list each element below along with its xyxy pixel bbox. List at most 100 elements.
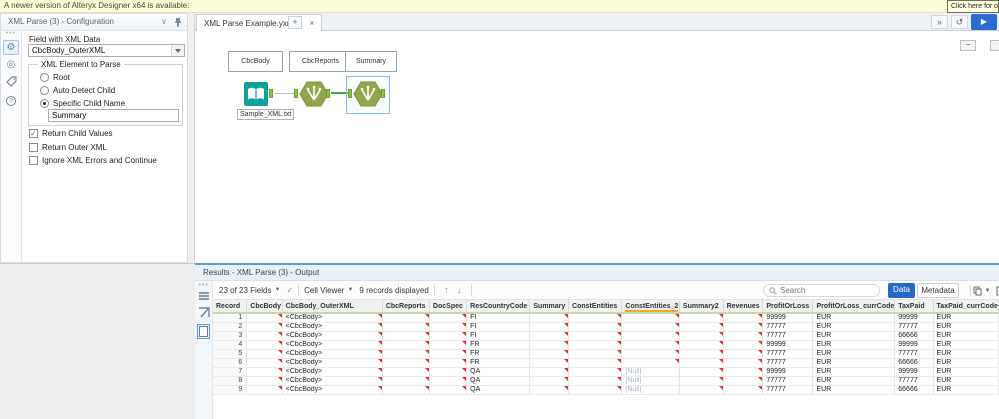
return-child-values-checkbox[interactable]: ✓ Return Child Values bbox=[29, 129, 113, 138]
table-cell[interactable] bbox=[568, 385, 623, 395]
table-cell[interactable]: <CbcBody> bbox=[282, 358, 383, 368]
xml-parse-tool-2-icon[interactable] bbox=[353, 81, 383, 107]
arrow-up-icon[interactable]: ↑ bbox=[444, 285, 449, 296]
table-cell[interactable]: EUR bbox=[812, 340, 896, 350]
table-cell[interactable] bbox=[246, 367, 283, 377]
table-cell[interactable]: FR bbox=[466, 340, 531, 350]
xml-parse-tool-1-icon[interactable] bbox=[299, 81, 329, 107]
table-cell[interactable] bbox=[723, 340, 764, 350]
results-search[interactable] bbox=[763, 284, 880, 297]
radio-root[interactable]: Root bbox=[40, 73, 70, 82]
table-cell[interactable] bbox=[382, 367, 430, 377]
input-anchor-icon[interactable] bbox=[294, 89, 298, 98]
workflow-tab[interactable]: XML Parse Example.yxmd × bbox=[196, 14, 323, 31]
table-cell[interactable]: 66666 bbox=[894, 331, 934, 341]
input-tool-caption[interactable]: Sample_XML.txt bbox=[237, 109, 295, 120]
table-row[interactable]: 1 <CbcBody> FI 99999 EUR 99999 EUR bbox=[213, 313, 999, 323]
close-icon[interactable]: × bbox=[309, 18, 314, 28]
table-cell[interactable] bbox=[723, 313, 764, 323]
column-header-record[interactable]: Record bbox=[213, 300, 248, 314]
table-cell[interactable] bbox=[723, 376, 764, 386]
table-cell[interactable] bbox=[621, 313, 680, 323]
table-cell[interactable]: FR bbox=[466, 358, 531, 368]
results-table[interactable]: Record CbcBody CbcBody_OuterXML CbcReports D… bbox=[213, 300, 999, 395]
save-icon[interactable]: ▼ bbox=[994, 284, 999, 297]
table-view-icon[interactable] bbox=[195, 292, 212, 300]
table-cell[interactable]: 77777 bbox=[762, 331, 814, 341]
table-cell[interactable] bbox=[679, 358, 724, 368]
table-cell[interactable] bbox=[568, 367, 623, 377]
table-cell[interactable] bbox=[679, 340, 724, 350]
record-number-cell[interactable]: 6 bbox=[213, 358, 248, 368]
table-cell[interactable] bbox=[429, 358, 468, 368]
record-number-cell[interactable]: 4 bbox=[213, 340, 248, 350]
table-cell[interactable]: 66666 bbox=[894, 385, 934, 395]
table-cell[interactable] bbox=[529, 367, 570, 377]
table-cell[interactable] bbox=[246, 358, 283, 368]
navigation-tab-icon[interactable]: ◎ bbox=[3, 58, 19, 73]
table-cell[interactable]: FI bbox=[466, 313, 531, 323]
annotation-tab-icon[interactable] bbox=[3, 76, 19, 91]
column-header-taxpaid_currcode[interactable]: TaxPaid_currCode bbox=[933, 300, 999, 314]
table-cell[interactable] bbox=[679, 349, 724, 359]
table-cell[interactable] bbox=[679, 331, 724, 341]
return-outer-xml-checkbox[interactable]: Return Outer XML bbox=[29, 143, 107, 152]
panel-splitter[interactable] bbox=[188, 13, 195, 263]
table-cell[interactable]: EUR bbox=[933, 385, 999, 395]
checkbox-unchecked-icon[interactable] bbox=[29, 156, 38, 165]
table-cell[interactable] bbox=[529, 331, 570, 341]
table-cell[interactable] bbox=[529, 340, 570, 350]
table-cell[interactable]: 99999 bbox=[762, 340, 814, 350]
table-row[interactable]: 3 <CbcBody> FI 77777 EUR 66666 EUR bbox=[213, 331, 999, 341]
column-header-cbcreports[interactable]: CbcReports bbox=[382, 300, 430, 314]
update-options-button[interactable]: Click here for option bbox=[947, 0, 999, 13]
connection-input-to-parse1[interactable] bbox=[274, 93, 296, 94]
select-corner-icon[interactable] bbox=[198, 307, 210, 318]
table-cell[interactable]: 66666 bbox=[894, 358, 934, 368]
cell-viewer-button[interactable]: Cell Viewer bbox=[304, 286, 344, 295]
xml-field-dropdown[interactable]: CbcBody_OuterXML bbox=[28, 44, 185, 57]
table-cell[interactable] bbox=[679, 322, 724, 332]
table-cell[interactable]: QA bbox=[466, 376, 531, 386]
column-header-constentities[interactable]: ConstEntities bbox=[568, 300, 623, 314]
table-cell[interactable] bbox=[621, 340, 680, 350]
schedule-icon[interactable]: ↺ bbox=[951, 15, 968, 29]
output-anchor-icon[interactable] bbox=[326, 89, 330, 98]
record-number-cell[interactable]: 5 bbox=[213, 349, 248, 359]
table-cell[interactable]: 99999 bbox=[762, 313, 814, 323]
table-cell[interactable]: EUR bbox=[933, 349, 999, 359]
dropdown-arrow-icon[interactable] bbox=[171, 45, 184, 56]
table-cell[interactable] bbox=[621, 358, 680, 368]
table-cell[interactable]: 99999 bbox=[894, 340, 934, 350]
radio-specific-child-icon[interactable] bbox=[40, 99, 49, 108]
table-cell[interactable] bbox=[723, 367, 764, 377]
table-cell[interactable] bbox=[529, 349, 570, 359]
table-cell[interactable] bbox=[621, 331, 680, 341]
table-cell[interactable] bbox=[679, 385, 724, 395]
column-header-revenues[interactable]: Revenues bbox=[723, 300, 764, 314]
table-cell[interactable] bbox=[246, 340, 283, 350]
run-workflow-button[interactable]: ▶ bbox=[971, 14, 997, 30]
table-cell[interactable]: QA bbox=[466, 367, 531, 377]
table-cell[interactable]: EUR bbox=[812, 376, 896, 386]
table-cell[interactable]: EUR bbox=[933, 340, 999, 350]
help-tab-icon[interactable]: ? bbox=[3, 94, 19, 109]
restore-window-button[interactable] bbox=[990, 40, 999, 51]
metadata-tab-button[interactable]: Metadata bbox=[917, 283, 959, 298]
table-cell[interactable]: EUR bbox=[812, 313, 896, 323]
overflow-chevrons-icon[interactable]: » bbox=[931, 15, 948, 29]
table-cell[interactable] bbox=[723, 322, 764, 332]
table-cell[interactable]: 77777 bbox=[762, 376, 814, 386]
record-number-cell[interactable]: 8 bbox=[213, 376, 248, 386]
table-cell[interactable]: <CbcBody> bbox=[282, 313, 383, 323]
arrow-down-icon[interactable]: ↓ bbox=[457, 285, 462, 296]
table-cell[interactable] bbox=[246, 313, 283, 323]
chevron-down-icon[interactable]: ▼ bbox=[347, 287, 353, 293]
table-cell[interactable] bbox=[382, 376, 430, 386]
table-cell[interactable] bbox=[429, 376, 468, 386]
record-number-cell[interactable]: 7 bbox=[213, 367, 248, 377]
tool-container-cbcbody[interactable]: CbcBody bbox=[228, 51, 283, 72]
table-cell[interactable] bbox=[529, 322, 570, 332]
table-cell[interactable] bbox=[529, 385, 570, 395]
results-panel-title[interactable]: Results - XML Parse (3) - Output bbox=[195, 265, 999, 281]
